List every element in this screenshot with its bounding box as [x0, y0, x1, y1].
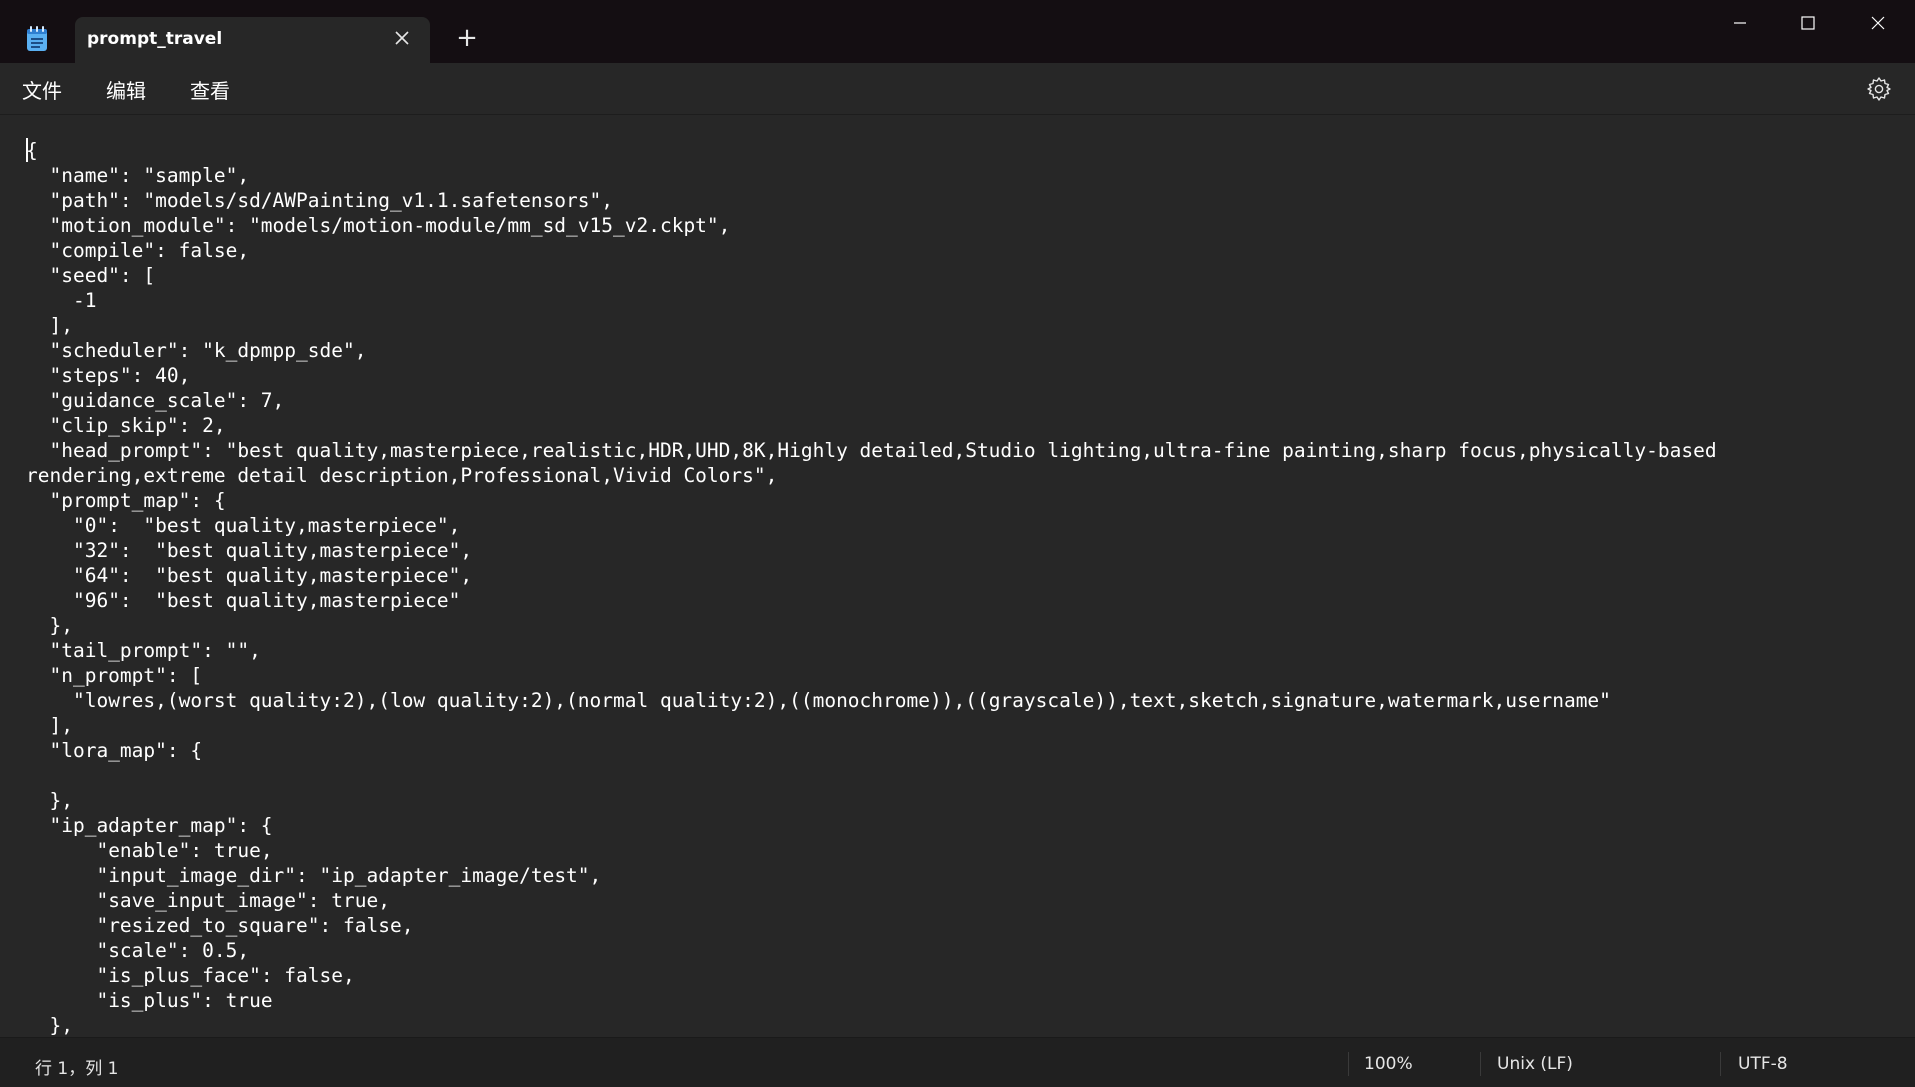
status-divider	[1720, 1052, 1721, 1076]
close-icon[interactable]	[392, 29, 412, 49]
close-icon	[1871, 16, 1885, 30]
menu-file[interactable]: 文件	[22, 75, 62, 104]
tab-title: prompt_travel	[87, 29, 223, 49]
status-bar: 行 1，列 1 100% Unix (LF) UTF-8	[0, 1037, 1915, 1087]
minimize-button[interactable]	[1710, 0, 1770, 46]
title-bar: prompt_travel +	[0, 0, 1915, 63]
line-ending[interactable]: Unix (LF)	[1497, 1054, 1573, 1074]
maximize-icon	[1801, 16, 1815, 30]
text-editor[interactable]: { "name": "sample", "path": "models/sd/A…	[0, 115, 1915, 1037]
new-tab-button[interactable]: +	[455, 25, 479, 51]
zoom-level[interactable]: 100%	[1364, 1054, 1413, 1074]
cursor-position: 行 1，列 1	[35, 1059, 119, 1079]
menu-view[interactable]: 查看	[190, 75, 230, 104]
text-caret	[26, 138, 28, 162]
status-divider	[1480, 1052, 1481, 1076]
gear-icon[interactable]	[1866, 76, 1892, 102]
encoding[interactable]: UTF-8	[1738, 1054, 1788, 1074]
menu-edit[interactable]: 编辑	[106, 75, 146, 104]
notepad-icon	[27, 26, 47, 51]
editor-content[interactable]: { "name": "sample", "path": "models/sd/A…	[26, 138, 1886, 1037]
tab-prompt-travel[interactable]: prompt_travel	[75, 17, 430, 63]
minimize-icon	[1734, 22, 1746, 24]
maximize-button[interactable]	[1778, 0, 1838, 46]
close-window-button[interactable]	[1848, 0, 1908, 46]
status-divider	[1348, 1052, 1349, 1076]
menu-bar: 文件 编辑 查看	[0, 63, 1915, 115]
